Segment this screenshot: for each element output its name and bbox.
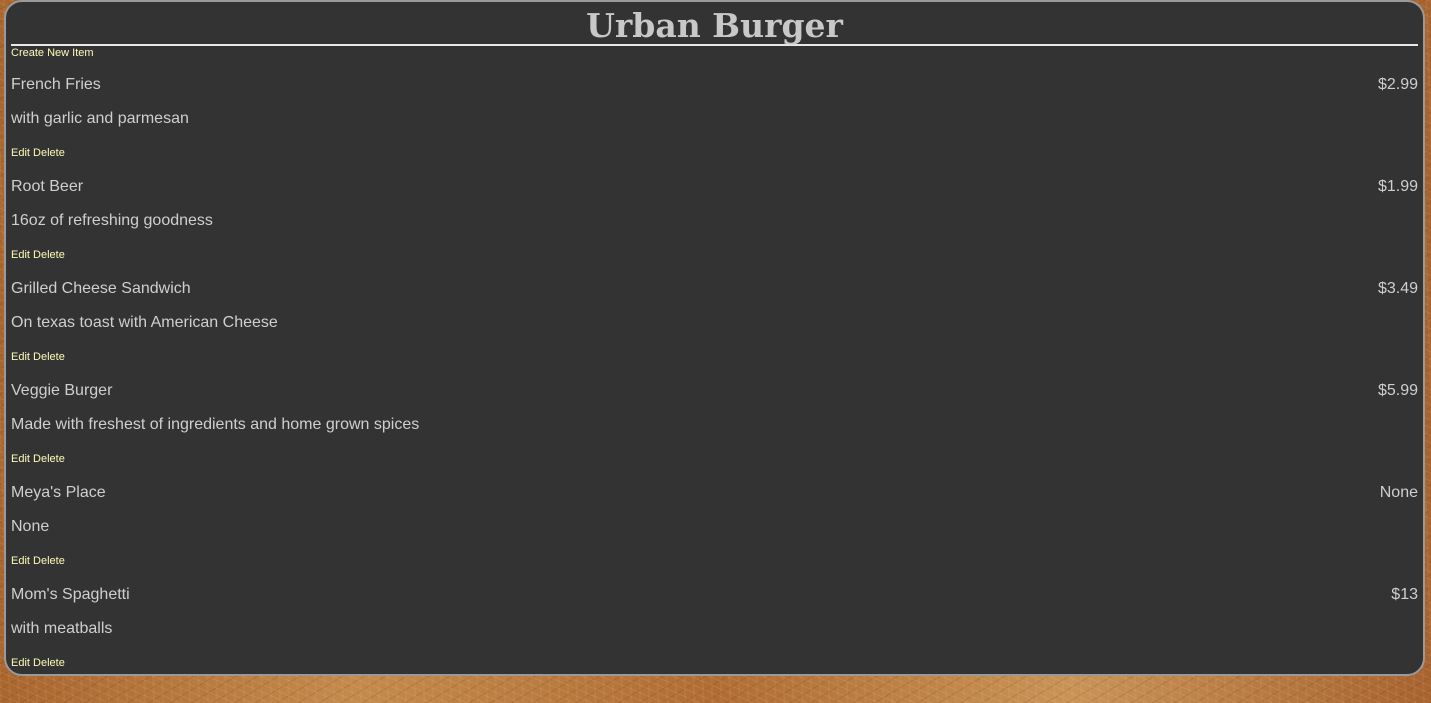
menu-item-actions: Edit Delete	[11, 340, 1418, 374]
edit-link[interactable]: Edit	[11, 453, 30, 465]
menu-item: Mom's Spaghetti $13 with meatballs Edit …	[11, 578, 1418, 680]
menu-item: Grilled Cheese Sandwich $3.49 On texas t…	[11, 272, 1418, 374]
edit-link[interactable]: Edit	[11, 249, 30, 261]
menu-item-name: Veggie Burger	[11, 382, 113, 399]
edit-link[interactable]: Edit	[11, 147, 30, 159]
delete-link[interactable]: Delete	[33, 351, 65, 363]
menu-item-actions: Edit Delete	[11, 238, 1418, 272]
menu-item-name: Mom's Spaghetti	[11, 586, 130, 603]
delete-link[interactable]: Delete	[33, 657, 65, 669]
menu-item-header: Meya's Place None	[11, 476, 1418, 510]
menu-item-description: 16oz of refreshing goodness	[11, 212, 213, 229]
delete-link[interactable]: Delete	[33, 147, 65, 159]
restaurant-title: Urban Burger	[11, 2, 1418, 46]
menu-item-price: $2.99	[1377, 76, 1418, 93]
menu-item-description: with meatballs	[11, 620, 113, 637]
menu-item-actions: Edit Delete	[11, 442, 1418, 476]
menu-item-description: On texas toast with American Cheese	[11, 314, 278, 331]
menu-item: French Fries $2.99 with garlic and parme…	[11, 68, 1418, 170]
menu-item-name: French Fries	[11, 76, 101, 93]
menu-item: Veggie Burger $5.99 Made with freshest o…	[11, 374, 1418, 476]
menu-item-description: with garlic and parmesan	[11, 110, 189, 127]
menu-panel: Urban Burger Create New Item French Frie…	[4, 0, 1425, 676]
menu-item-description: None	[11, 518, 50, 535]
menu-item-actions: Edit Delete	[11, 646, 1418, 680]
menu-item: Root Beer $1.99 16oz of refreshing goodn…	[11, 170, 1418, 272]
menu-item-actions: Edit Delete	[11, 544, 1418, 578]
menu-item-actions: Edit Delete	[11, 136, 1418, 170]
menu-list: French Fries $2.99 with garlic and parme…	[11, 68, 1418, 680]
delete-link[interactable]: Delete	[33, 453, 65, 465]
menu-item-price: None	[1379, 484, 1418, 501]
menu-item-header: Grilled Cheese Sandwich $3.49	[11, 272, 1418, 306]
edit-link[interactable]: Edit	[11, 657, 30, 669]
menu-item-name: Root Beer	[11, 178, 84, 195]
menu-item-price: $13	[1391, 586, 1418, 603]
menu-item-header: Veggie Burger $5.99	[11, 374, 1418, 408]
menu-item-price: $3.49	[1377, 280, 1418, 297]
edit-link[interactable]: Edit	[11, 351, 30, 363]
menu-item-price: $5.99	[1377, 382, 1418, 399]
delete-link[interactable]: Delete	[33, 555, 65, 567]
menu-item-header: French Fries $2.99	[11, 68, 1418, 102]
menu-item-name: Meya's Place	[11, 484, 106, 501]
edit-link[interactable]: Edit	[11, 555, 30, 567]
create-new-item-link[interactable]: Create New Item	[11, 46, 1418, 68]
menu-item-price: $1.99	[1377, 178, 1418, 195]
menu-item: Meya's Place None None Edit Delete	[11, 476, 1418, 578]
delete-link[interactable]: Delete	[33, 249, 65, 261]
menu-item-name: Grilled Cheese Sandwich	[11, 280, 191, 297]
menu-item-header: Root Beer $1.99	[11, 170, 1418, 204]
menu-item-header: Mom's Spaghetti $13	[11, 578, 1418, 612]
menu-item-description: Made with freshest of ingredients and ho…	[11, 416, 420, 433]
